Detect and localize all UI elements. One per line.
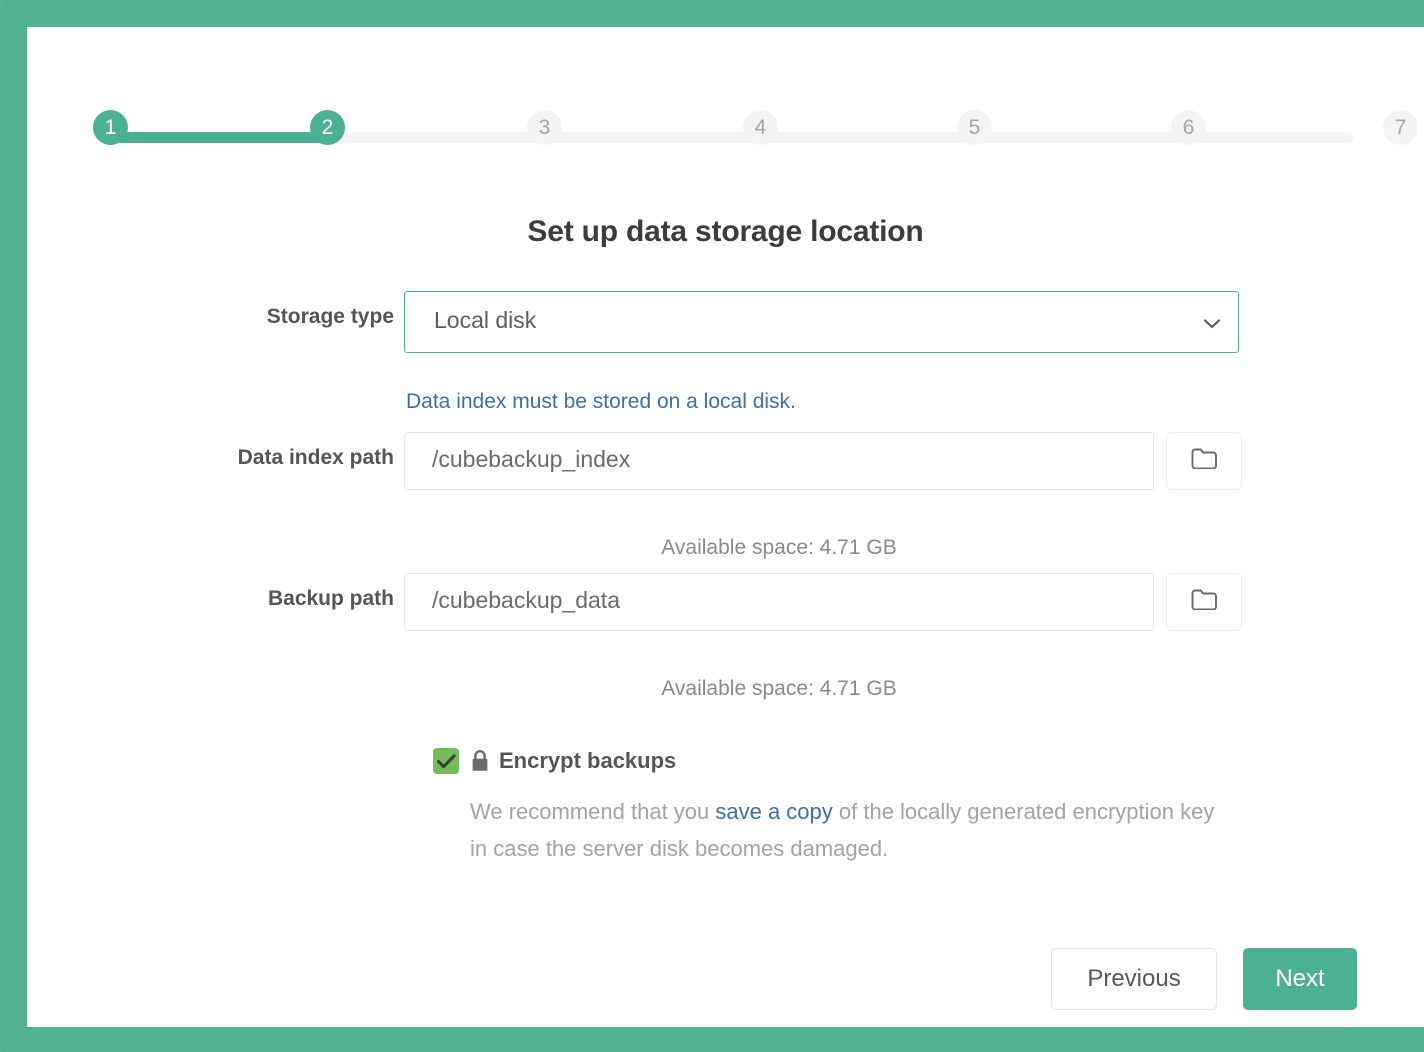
stepper-step-2[interactable]: 2 xyxy=(310,110,345,145)
backup-path-input[interactable]: /cubebackup_data xyxy=(404,573,1154,631)
stepper-step-6-label: 6 xyxy=(1183,116,1195,139)
backup-path-browse-button[interactable] xyxy=(1166,573,1242,631)
next-button[interactable]: Next xyxy=(1243,948,1357,1010)
chevron-down-icon xyxy=(1204,316,1220,326)
page-title: Set up data storage location xyxy=(27,215,1424,249)
stepper-step-3-label: 3 xyxy=(539,116,551,139)
encrypt-backups-note: We recommend that you save a copy of the… xyxy=(470,793,1230,868)
encrypt-backups-checkbox[interactable] xyxy=(433,748,459,774)
stepper-track-progress xyxy=(113,132,329,143)
encrypt-backups-label: Encrypt backups xyxy=(499,748,676,774)
stepper-step-3[interactable]: 3 xyxy=(527,110,562,145)
lock-icon xyxy=(470,749,490,773)
stepper-step-7-label: 7 xyxy=(1395,116,1407,139)
stepper-step-5[interactable]: 5 xyxy=(957,110,992,145)
backup-path-value: /cubebackup_data xyxy=(432,587,620,614)
wizard-card: 1 2 3 4 5 6 7 Set up data storage locati… xyxy=(27,27,1424,1027)
storage-type-value: Local disk xyxy=(434,307,536,334)
data-index-path-browse-button[interactable] xyxy=(1166,432,1242,490)
stepper-step-7[interactable]: 7 xyxy=(1383,110,1418,145)
save-a-copy-link[interactable]: save a copy xyxy=(715,799,832,824)
folder-icon xyxy=(1191,589,1217,615)
folder-icon xyxy=(1191,448,1217,474)
stepper-step-4[interactable]: 4 xyxy=(743,110,778,145)
storage-type-select[interactable]: Local disk xyxy=(404,291,1239,353)
encrypt-backups-row: Encrypt backups xyxy=(433,748,676,774)
stepper-step-5-label: 5 xyxy=(969,116,981,139)
encrypt-note-before: We recommend that you xyxy=(470,799,715,824)
data-index-path-input[interactable]: /cubebackup_index xyxy=(404,432,1154,490)
data-index-hint: Data index must be stored on a local dis… xyxy=(406,390,796,414)
backup-path-label: Backup path xyxy=(54,587,394,611)
stepper-step-2-label: 2 xyxy=(322,116,334,139)
wizard-stepper: 1 2 3 4 5 6 7 xyxy=(63,85,1383,175)
data-index-path-label: Data index path xyxy=(54,446,394,470)
stepper-step-6[interactable]: 6 xyxy=(1171,110,1206,145)
storage-type-label: Storage type xyxy=(54,305,394,329)
previous-button[interactable]: Previous xyxy=(1051,948,1217,1010)
backup-path-available-space: Available space: 4.71 GB xyxy=(404,677,1154,701)
data-index-available-space: Available space: 4.71 GB xyxy=(404,536,1154,560)
data-index-path-value: /cubebackup_index xyxy=(432,446,630,473)
stepper-step-1[interactable]: 1 xyxy=(93,110,128,145)
stepper-step-1-label: 1 xyxy=(105,116,117,139)
stepper-step-4-label: 4 xyxy=(755,116,767,139)
check-icon xyxy=(437,754,456,769)
